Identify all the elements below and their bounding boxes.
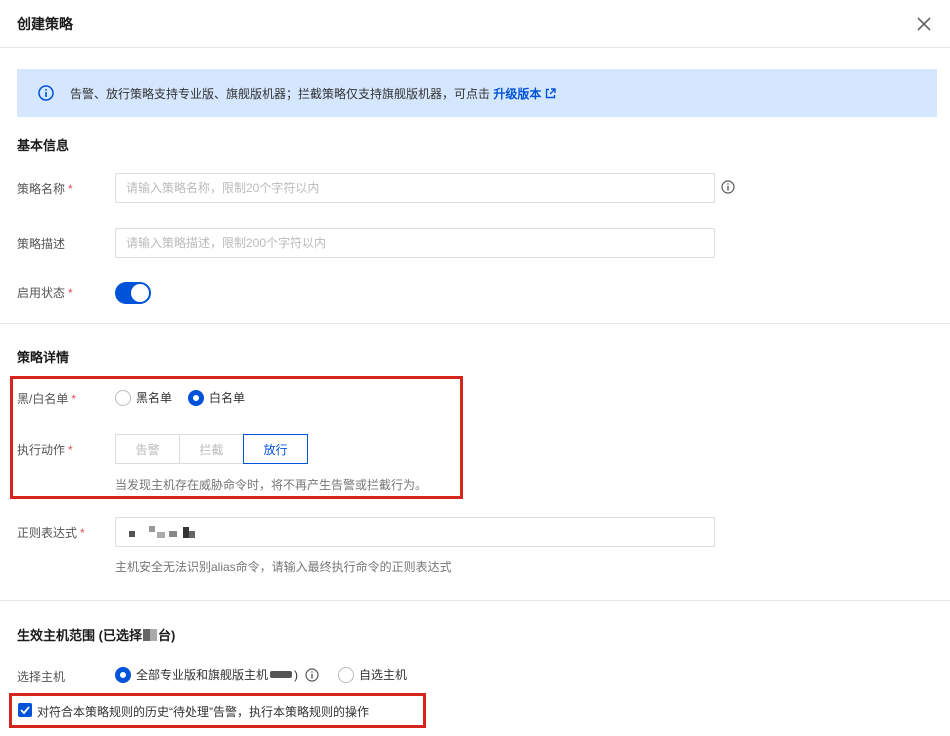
- policy-detail-title: 策略详情: [17, 350, 70, 365]
- upgrade-link-label: 升级版本: [493, 87, 542, 101]
- host-scope-title: 生效主机范围 (已选择 台): [17, 625, 175, 644]
- status-label-text: 启用状态: [17, 286, 66, 300]
- radio-dot-selected: [115, 666, 131, 683]
- radio-all-hosts[interactable]: 全部专业版和旗舰版主机 ): [115, 666, 298, 683]
- radio-dot: [338, 666, 354, 683]
- action-allow-option[interactable]: 放行: [243, 434, 308, 464]
- basic-info-title: 基本信息: [17, 138, 70, 153]
- close-icon[interactable]: [913, 13, 935, 35]
- required-mark: *: [80, 526, 85, 540]
- policy-name-label-text: 策略名称: [17, 182, 66, 196]
- regex-label: 正则表达式 *: [17, 524, 85, 541]
- regex-hint: 主机安全无法识别alias命令，请输入最终执行命令的正则表达式: [115, 560, 452, 574]
- radio-custom-hosts-label: 自选主机: [359, 668, 408, 682]
- policy-desc-label: 策略描述: [17, 237, 66, 251]
- select-host-label: 选择主机: [17, 670, 66, 684]
- host-scope-title-prefix: 生效主机范围 (已选择: [17, 628, 142, 643]
- dialog-title: 创建策略: [17, 16, 73, 32]
- redacted-count: [270, 671, 293, 678]
- policy-name-input[interactable]: [115, 173, 715, 203]
- divider: [0, 323, 950, 324]
- dialog-header: 创建策略: [0, 0, 950, 48]
- external-link-icon: [546, 88, 557, 99]
- regex-label-text: 正则表达式: [17, 526, 78, 540]
- radio-all-hosts-label: 全部专业版和旗舰版主机: [136, 668, 269, 682]
- notice-message: 告警、放行策略支持专业版、旗舰版机器；拦截策略仅支持旗舰版机器，可点击: [70, 87, 491, 101]
- info-icon: [38, 85, 54, 101]
- highlight-box: [10, 376, 463, 499]
- host-scope-title-suffix: 台): [157, 628, 176, 643]
- policy-desc-input[interactable]: [115, 228, 715, 258]
- enable-status-toggle[interactable]: [115, 282, 151, 304]
- upgrade-link[interactable]: 升级版本: [493, 87, 557, 101]
- toggle-knob: [131, 284, 149, 302]
- info-icon[interactable]: [305, 668, 319, 682]
- info-icon[interactable]: [721, 180, 735, 194]
- policy-name-label: 策略名称 *: [17, 180, 73, 197]
- regex-input[interactable]: [115, 517, 715, 547]
- required-mark: *: [68, 182, 73, 196]
- radio-custom-hosts[interactable]: 自选主机: [338, 666, 407, 683]
- highlight-box: [9, 693, 426, 728]
- redacted-text: [126, 526, 195, 538]
- status-label: 启用状态 *: [17, 284, 73, 301]
- redacted-count: [142, 629, 157, 641]
- required-mark: *: [68, 286, 73, 300]
- divider: [0, 600, 950, 601]
- upgrade-notice: 告警、放行策略支持专业版、旗舰版机器；拦截策略仅支持旗舰版机器，可点击 升级版本: [17, 69, 937, 117]
- notice-text: 告警、放行策略支持专业版、旗舰版机器；拦截策略仅支持旗舰版机器，可点击 升级版本: [70, 85, 557, 102]
- paren-close: ): [294, 667, 299, 682]
